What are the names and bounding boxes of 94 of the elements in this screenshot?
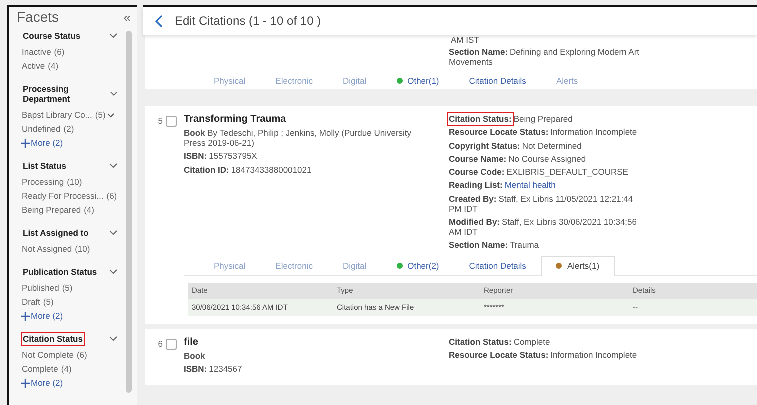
chevron-down-icon[interactable] — [109, 163, 118, 169]
field-label: Resource Locate Status: — [449, 350, 549, 360]
facet-count: (10) — [67, 177, 82, 187]
field-label: Section Name: — [449, 47, 508, 57]
facet-count: (6) — [54, 47, 65, 57]
record-tab[interactable]: Citation Details — [454, 256, 542, 275]
field-label: ISBN: — [184, 364, 208, 374]
checkbox[interactable] — [166, 116, 177, 127]
facet-count: (5) — [95, 110, 106, 120]
row-number: 5 — [158, 116, 163, 126]
back-icon[interactable] — [155, 14, 163, 28]
facet-heading: List Assigned to — [22, 227, 90, 240]
field-label: Citation Status: — [449, 114, 512, 124]
field-value: Being Prepared — [514, 114, 573, 124]
more-link[interactable]: More (2) — [21, 136, 124, 150]
citation-title[interactable]: file — [184, 336, 421, 348]
field-value: PM IDT — [449, 204, 478, 214]
facet-count: (5) — [43, 297, 54, 307]
reading-list-link[interactable]: Mental health — [504, 180, 556, 190]
plus-icon — [21, 378, 30, 388]
row-number: 6 — [158, 338, 163, 349]
facet-heading: Processing Department — [22, 83, 72, 106]
more-link[interactable]: More (2) — [21, 309, 124, 323]
field-value: No Course Assigned — [508, 154, 586, 164]
field-value: Movements — [449, 57, 493, 67]
record-tab[interactable]: Citation Details — [454, 71, 542, 89]
page-title: Edit Citations (1 - 10 of 10 ) — [175, 14, 322, 28]
field-value: Defining and Exploring Modern Art — [510, 47, 640, 57]
facet-count: (5) — [62, 283, 73, 293]
facets-title: Facets — [17, 9, 60, 25]
field-value: Trauma — [510, 240, 540, 250]
facet-option[interactable]: Complete — [22, 364, 58, 374]
facet-count: (4) — [61, 364, 72, 374]
chevron-down-icon[interactable] — [109, 33, 118, 39]
field-value: 1234567 — [209, 364, 242, 374]
facet-option[interactable]: Being Prepared — [22, 205, 82, 215]
facet-heading: Course Status — [22, 30, 82, 43]
chevron-down-icon[interactable] — [109, 230, 118, 236]
more-link[interactable]: More (2) — [21, 376, 124, 390]
field-value: 18473433880001021 — [231, 164, 312, 175]
facet-heading: Citation Status — [21, 332, 85, 346]
field-label: Reading List: — [449, 180, 503, 190]
record-tab[interactable]: Other(2) — [382, 256, 454, 275]
facet-option[interactable]: Processing — [22, 177, 64, 187]
facet-option[interactable]: Bapst Library Co... — [22, 110, 92, 120]
field-label: Resource Locate Status: — [449, 127, 549, 138]
field-value: AM IDT — [449, 227, 478, 238]
field-label: Course Name: — [449, 154, 507, 164]
field-label: Citation Status: — [449, 336, 512, 347]
field-value: Not Determined — [522, 140, 582, 151]
facet-option[interactable]: Ready For Processi... — [22, 191, 104, 201]
field-value: AM IST — [451, 35, 480, 45]
field-label: Section Name: — [449, 240, 508, 250]
facet-option[interactable]: Active — [22, 61, 46, 71]
facet-heading: Publication Status — [22, 266, 98, 279]
field-value: Staff, Ex Libris 30/06/2021 10:34:56 — [502, 217, 637, 228]
field-value: Staff, Ex Libris 11/05/2021 12:21:44 — [498, 194, 634, 204]
facet-count: (4) — [48, 61, 59, 71]
plus-icon — [21, 312, 30, 320]
field-value: Information Incomplete — [550, 127, 638, 138]
chevron-down-icon[interactable] — [106, 112, 115, 118]
chevron-down-icon[interactable] — [109, 269, 118, 275]
field-label: ISBN: — [184, 151, 208, 162]
field-label: Modified By: — [449, 217, 500, 228]
collapse-button[interactable]: « — [124, 10, 131, 24]
field-value: EXLIBRIS_DEFAULT_COURSE — [506, 167, 628, 178]
checkbox[interactable] — [166, 338, 177, 350]
field-label: Created By: — [449, 194, 497, 204]
facet-option[interactable]: Inactive — [22, 47, 52, 57]
field-value: Complete — [514, 336, 550, 347]
plus-icon — [21, 138, 30, 148]
field-label: Copyright Status: — [449, 140, 520, 151]
field-label: Citation ID: — [184, 164, 230, 175]
facet-count: (6) — [76, 350, 88, 360]
chevron-down-icon[interactable] — [109, 336, 118, 342]
facet-count: (2) — [64, 124, 74, 134]
chevron-down-icon[interactable] — [110, 91, 118, 97]
facet-option[interactable]: Not Assigned — [22, 244, 72, 254]
citation-title[interactable]: Transforming Trauma — [184, 114, 421, 125]
citation-byline: Book — [184, 350, 206, 361]
facet-count: (4) — [84, 205, 94, 215]
facet-heading: List Status — [22, 160, 68, 173]
facet-option[interactable]: Not Complete — [22, 350, 74, 360]
field-value: 155753795X — [209, 151, 258, 162]
facet-count: (10) — [75, 244, 90, 254]
facet-option[interactable]: Undefined — [22, 124, 61, 134]
field-label: Course Code: — [449, 167, 505, 178]
field-value: Information Incomplete — [550, 350, 638, 360]
facet-count: (6) — [106, 191, 118, 201]
record-tab[interactable]: Alerts(1) — [541, 256, 615, 276]
facet-option[interactable]: Draft — [22, 297, 40, 307]
citation-byline: Book By Tedeschi, Philip ; Jenkins, Molly (Purdue University Press 2019-06-21) — [184, 128, 413, 148]
record-tab[interactable]: Other(1) — [382, 71, 454, 89]
facet-option[interactable]: Published — [22, 283, 60, 293]
